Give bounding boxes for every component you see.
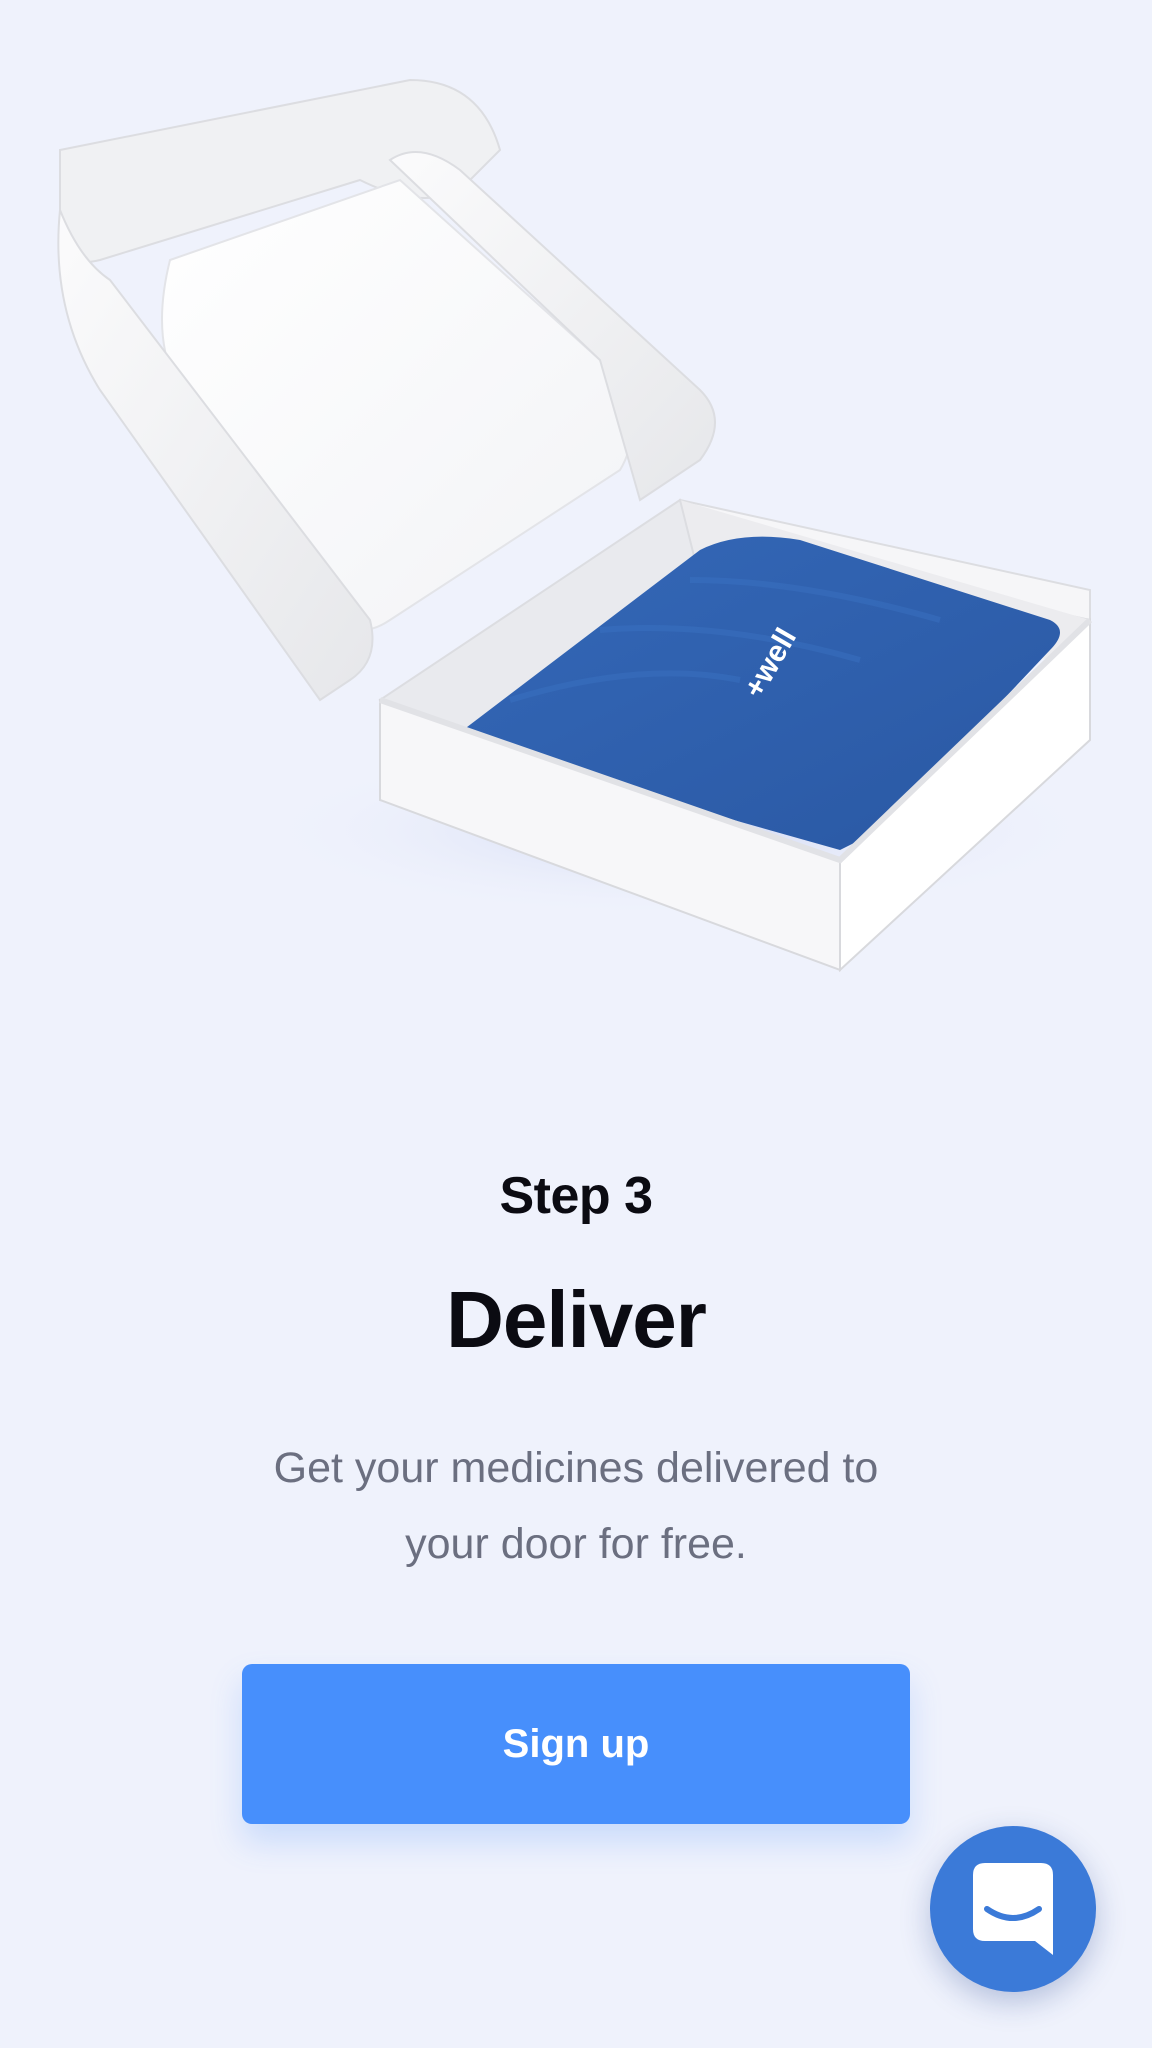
step-description: Get your medicines delivered to your doo… — [273, 1444, 879, 1568]
step-content: Step 3 Deliver Get your medicines delive… — [0, 1170, 1152, 1582]
open-box-illustration: +well — [57, 78, 1100, 973]
signup-button[interactable]: Sign up — [242, 1664, 910, 1824]
chat-bubble-smile-icon — [973, 1863, 1053, 1955]
hero-image: +well — [40, 60, 1100, 1020]
step-label: Step 3 — [499, 1167, 653, 1225]
chat-launcher-button[interactable] — [930, 1826, 1096, 1992]
page-title: Deliver — [446, 1275, 707, 1364]
